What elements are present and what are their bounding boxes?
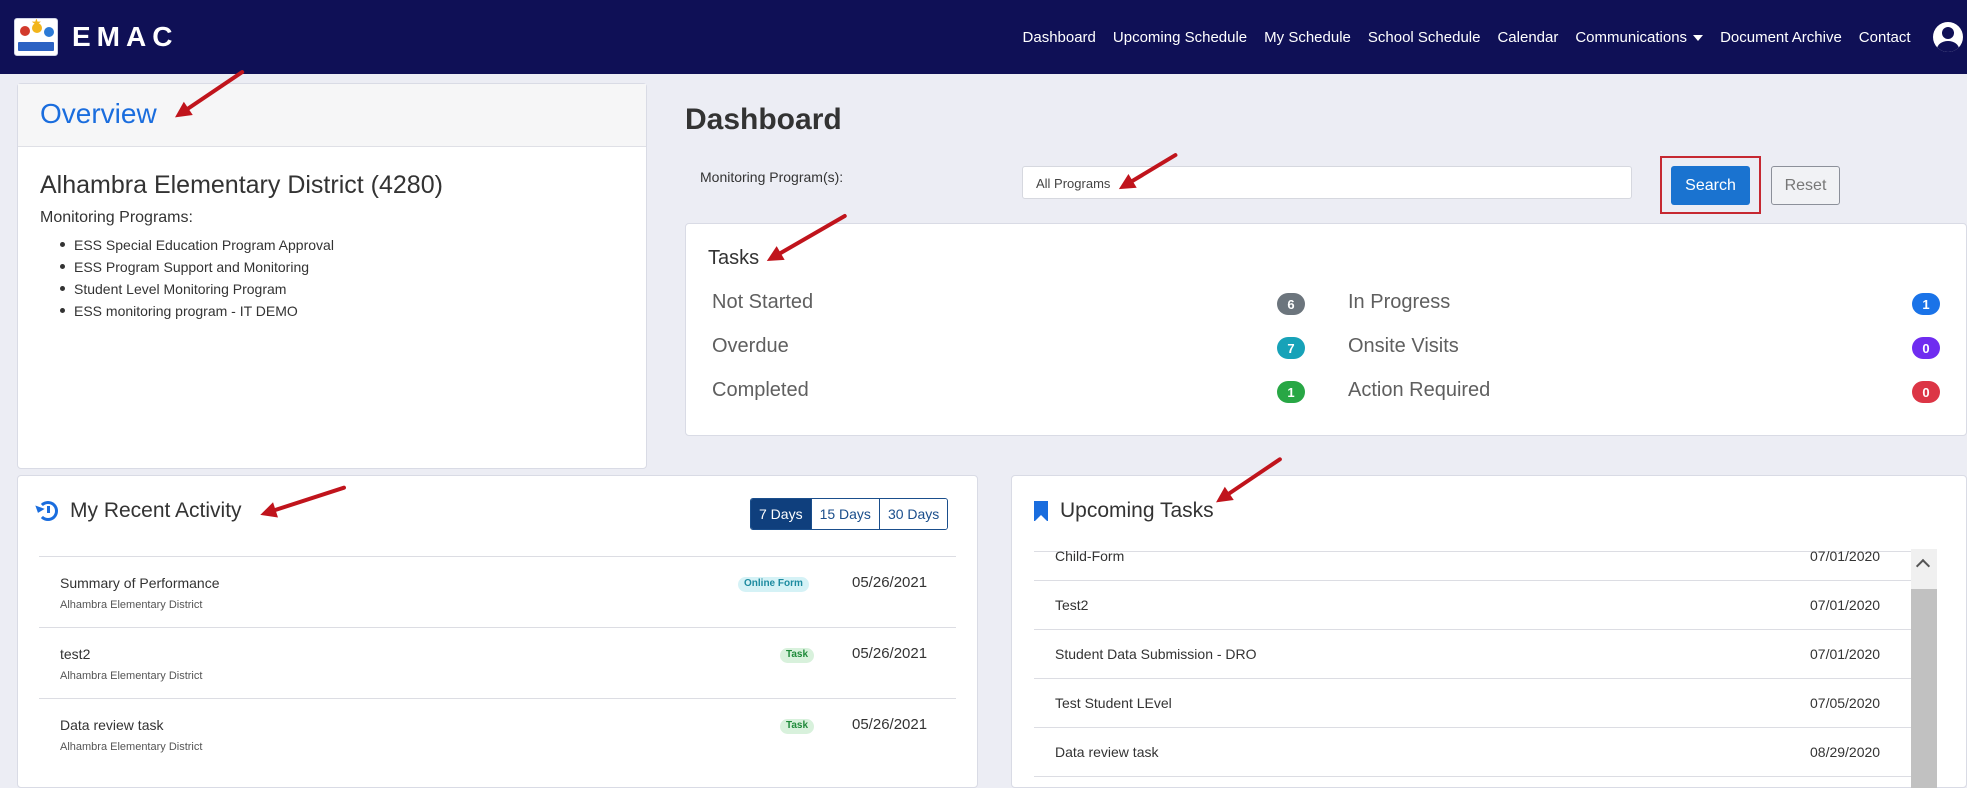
activity-row[interactable]: test2 Alhambra Elementary District Task …: [39, 627, 956, 698]
upcoming-task-date: 07/01/2020: [1810, 597, 1881, 613]
upcoming-task-date: 07/01/2020: [1810, 646, 1881, 662]
range-7-days-button[interactable]: 7 Days: [751, 499, 811, 529]
brand-name: EMAC: [72, 21, 179, 52]
task-not-started-count: 6: [1277, 293, 1305, 315]
top-navbar: ★ EMAC Dashboard Upcoming Schedule My Sc…: [0, 0, 1967, 74]
nav-my-schedule[interactable]: My Schedule: [1264, 29, 1351, 46]
upcoming-tasks-card: Upcoming Tasks Child-Form 07/01/2020 Tes…: [1011, 475, 1967, 788]
activity-name[interactable]: Data review task: [60, 717, 163, 733]
upcoming-task-name[interactable]: Test2: [1055, 597, 1088, 613]
upcoming-task-row[interactable]: Data review task 08/29/2020: [1034, 728, 1914, 777]
recent-activity-card: My Recent Activity 7 Days 15 Days 30 Day…: [17, 475, 978, 788]
activity-date: 05/26/2021: [852, 716, 928, 733]
upcoming-task-date: 07/01/2020: [1810, 548, 1881, 564]
scrollbar-thumb[interactable]: [1911, 589, 1937, 788]
nav-communications-label: Communications: [1575, 28, 1688, 46]
overview-title: Overview: [40, 98, 157, 129]
activity-row[interactable]: Summary of Performance Alhambra Elementa…: [39, 556, 956, 627]
user-account-icon[interactable]: [1933, 22, 1963, 52]
dashboard-title: Dashboard: [685, 103, 842, 136]
emac-logo: ★: [14, 18, 58, 56]
recent-activity-header: My Recent Activity: [38, 496, 242, 526]
reset-button[interactable]: Reset: [1771, 166, 1840, 205]
upcoming-task-row[interactable]: Student Data Submission - DRO 07/01/2020: [1034, 630, 1914, 679]
upcoming-task-date: 07/05/2020: [1810, 695, 1881, 711]
activity-district: Alhambra Elementary District: [60, 741, 203, 753]
activity-date: 05/26/2021: [852, 574, 928, 591]
nav-calendar[interactable]: Calendar: [1497, 29, 1558, 46]
activity-type-badge: Task: [780, 719, 815, 734]
upcoming-task-row[interactable]: Child-Form 07/01/2020: [1034, 532, 1914, 581]
activity-type-badge: Task: [780, 648, 815, 663]
upcoming-task-row[interactable]: Test2 07/01/2020: [1034, 581, 1914, 630]
recent-activity-title: My Recent Activity: [70, 499, 242, 522]
nav-dashboard[interactable]: Dashboard: [1023, 29, 1096, 46]
brand[interactable]: ★ EMAC: [14, 18, 178, 56]
upcoming-tasks-scrollbar[interactable]: [1911, 549, 1937, 788]
task-in-progress-label[interactable]: In Progress: [1348, 291, 1450, 314]
overview-header: Overview: [18, 84, 646, 147]
monitoring-program-list: ESS Special Education Program Approval E…: [60, 234, 646, 322]
nav-communications-dropdown[interactable]: Communications: [1575, 28, 1704, 46]
search-button[interactable]: Search: [1671, 166, 1750, 205]
scroll-up-arrow-icon[interactable]: [1915, 558, 1931, 574]
upcoming-task-date: 08/29/2020: [1810, 744, 1881, 760]
upcoming-task-name[interactable]: Child-Form: [1055, 548, 1124, 564]
upcoming-task-name[interactable]: Test Student LEvel: [1055, 695, 1172, 711]
task-completed-label[interactable]: Completed: [712, 379, 809, 402]
monitoring-program-label: Monitoring Program(s):: [700, 169, 844, 185]
upcoming-task-name[interactable]: Data review task: [1055, 744, 1158, 760]
monitoring-program-select[interactable]: All Programs: [1022, 166, 1632, 199]
task-onsite-visits-count: 0: [1912, 337, 1940, 359]
nav-school-schedule[interactable]: School Schedule: [1368, 29, 1481, 46]
nav-upcoming-schedule[interactable]: Upcoming Schedule: [1113, 29, 1247, 46]
activity-type-badge: Online Form: [738, 577, 809, 592]
range-30-days-button[interactable]: 30 Days: [878, 499, 948, 529]
caret-down-icon: [1693, 34, 1704, 41]
history-icon: [38, 501, 58, 521]
task-in-progress-count: 1: [1912, 293, 1940, 315]
activity-name[interactable]: Summary of Performance: [60, 575, 220, 591]
nav-links: Dashboard Upcoming Schedule My Schedule …: [1014, 0, 1967, 74]
activity-row[interactable]: Data review task Alhambra Elementary Dis…: [39, 698, 956, 769]
overview-panel: Overview Alhambra Elementary District (4…: [17, 83, 647, 469]
range-15-days-button[interactable]: 15 Days: [810, 499, 879, 529]
tasks-title: Tasks: [708, 247, 760, 269]
upcoming-tasks-header: Upcoming Tasks: [1034, 496, 1214, 526]
program-item: ESS Program Support and Monitoring: [60, 256, 646, 278]
activity-district: Alhambra Elementary District: [60, 599, 203, 611]
bookmark-icon: [1034, 501, 1048, 522]
activity-district: Alhambra Elementary District: [60, 670, 203, 682]
task-not-started-label[interactable]: Not Started: [712, 291, 813, 314]
task-overdue-label[interactable]: Overdue: [712, 335, 789, 358]
activity-range-group: 7 Days 15 Days 30 Days: [750, 498, 949, 530]
tasks-card: Tasks Not Started 6 Overdue 7 Completed …: [685, 223, 1967, 436]
upcoming-task-row[interactable]: Test Student LEvel 07/05/2020: [1034, 679, 1914, 728]
nav-document-archive[interactable]: Document Archive: [1720, 29, 1842, 46]
program-item: ESS Special Education Program Approval: [60, 234, 646, 256]
program-item: ESS monitoring program - IT DEMO: [60, 300, 646, 322]
task-overdue-count: 7: [1277, 337, 1305, 359]
upcoming-task-name[interactable]: Student Data Submission - DRO: [1055, 646, 1257, 662]
upcoming-tasks-title: Upcoming Tasks: [1060, 499, 1214, 522]
activity-name[interactable]: test2: [60, 646, 90, 662]
upcoming-tasks-list: Child-Form 07/01/2020 Test2 07/01/2020 S…: [1034, 548, 1929, 787]
task-action-required-count: 0: [1912, 381, 1940, 403]
task-action-required-label[interactable]: Action Required: [1348, 379, 1490, 402]
program-item: Student Level Monitoring Program: [60, 278, 646, 300]
task-onsite-visits-label[interactable]: Onsite Visits: [1348, 335, 1459, 358]
activity-date: 05/26/2021: [852, 645, 928, 662]
district-name: Alhambra Elementary District (4280): [40, 171, 443, 199]
task-completed-count: 1: [1277, 381, 1305, 403]
nav-contact[interactable]: Contact: [1859, 29, 1911, 46]
monitoring-programs-label: Monitoring Programs:: [40, 209, 193, 226]
